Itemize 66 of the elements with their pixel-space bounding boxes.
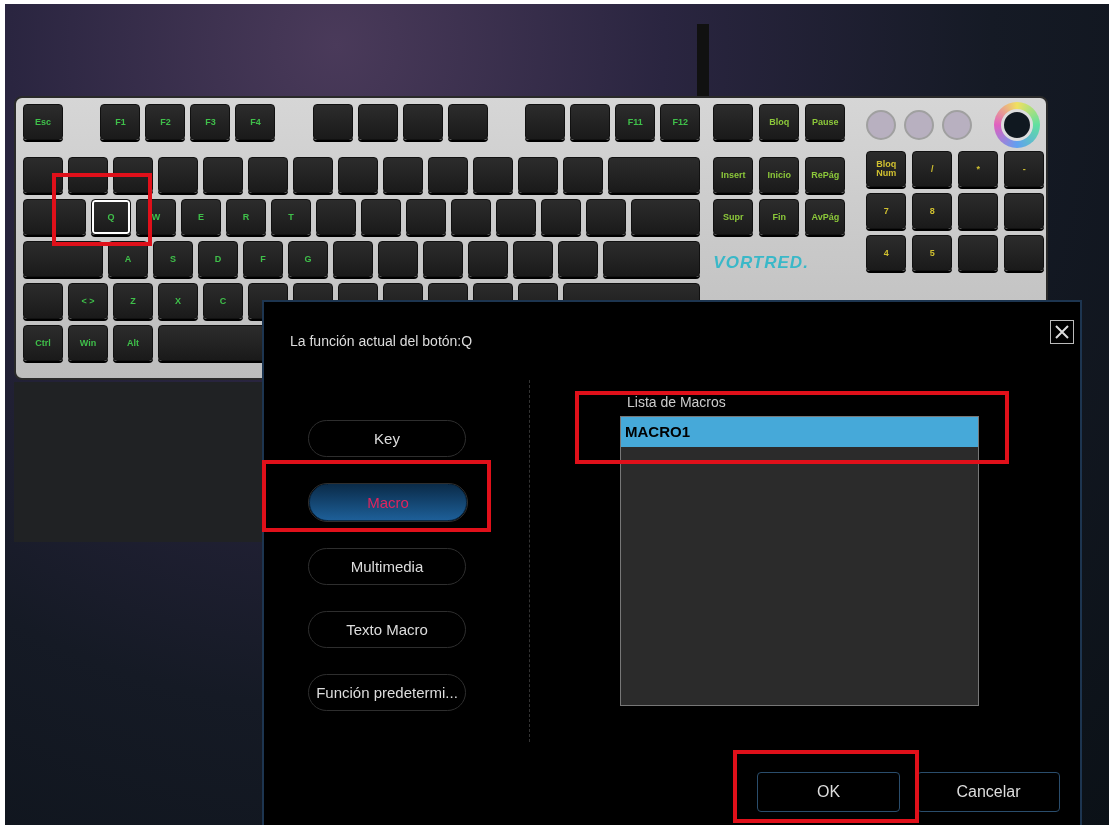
key[interactable]: *	[958, 151, 999, 187]
key[interactable]: C	[203, 283, 243, 319]
key[interactable]: Ctrl	[23, 325, 63, 361]
function-tab[interactable]: Texto Macro	[308, 611, 466, 648]
key[interactable]: E	[181, 199, 221, 235]
key[interactable]: S	[153, 241, 193, 277]
key[interactable]	[1004, 235, 1045, 271]
key[interactable]: 7	[866, 193, 907, 229]
brand-logo: VORTRED.	[713, 253, 810, 273]
list-item[interactable]: MACRO1	[621, 417, 978, 447]
key[interactable]: -	[1004, 151, 1045, 187]
key[interactable]	[357, 104, 398, 140]
key[interactable]: < >	[68, 283, 108, 319]
key[interactable]: F11	[615, 104, 656, 140]
key[interactable]: F	[243, 241, 283, 277]
round-button[interactable]	[904, 110, 935, 140]
key[interactable]: Q	[91, 199, 131, 235]
key[interactable]: /	[912, 151, 953, 187]
key[interactable]: Fin	[759, 199, 800, 235]
key[interactable]: Esc	[23, 104, 63, 140]
key[interactable]: F3	[190, 104, 231, 140]
key[interactable]: Pause	[805, 104, 846, 140]
key[interactable]: AvPág	[805, 199, 846, 235]
list-label: Lista de Macros	[626, 394, 727, 412]
key[interactable]: Bloq Num	[866, 151, 907, 187]
key[interactable]: G	[288, 241, 328, 277]
key[interactable]	[402, 104, 443, 140]
key[interactable]: Supr	[713, 199, 754, 235]
key[interactable]	[312, 104, 353, 140]
round-button[interactable]	[942, 110, 973, 140]
key[interactable]: F2	[145, 104, 186, 140]
close-icon	[1055, 325, 1069, 339]
key[interactable]: T	[271, 199, 311, 235]
key[interactable]	[570, 104, 611, 140]
key[interactable]: R	[226, 199, 266, 235]
key[interactable]: Alt	[113, 325, 153, 361]
cancel-button[interactable]: Cancelar	[917, 772, 1060, 812]
key[interactable]: F1	[100, 104, 141, 140]
dialog-title: La función actual del botón:Q	[290, 333, 473, 350]
key[interactable]: 4	[866, 235, 907, 271]
key[interactable]	[1004, 193, 1045, 229]
key[interactable]: Insert	[713, 157, 754, 193]
key[interactable]	[713, 104, 754, 140]
key[interactable]: X	[158, 283, 198, 319]
key[interactable]: F12	[660, 104, 701, 140]
key[interactable]: Inicio	[759, 157, 800, 193]
key[interactable]: Z	[113, 283, 153, 319]
key[interactable]	[525, 104, 566, 140]
key[interactable]: 8	[912, 193, 953, 229]
function-tab[interactable]: Función predetermi...	[308, 674, 466, 711]
key[interactable]: D	[198, 241, 238, 277]
ok-button[interactable]: OK	[757, 772, 900, 812]
key[interactable]: W	[136, 199, 176, 235]
volume-knob[interactable]	[994, 102, 1041, 148]
function-tab[interactable]: Key	[308, 420, 466, 457]
function-tab[interactable]: Multimedia	[308, 548, 466, 585]
key[interactable]	[958, 193, 999, 229]
key[interactable]: 5	[912, 235, 953, 271]
key[interactable]: RePág	[805, 157, 846, 193]
key[interactable]: F4	[235, 104, 276, 140]
key[interactable]	[958, 235, 999, 271]
round-button[interactable]	[866, 110, 897, 140]
key[interactable]: Win	[68, 325, 108, 361]
close-button[interactable]	[1050, 320, 1074, 344]
key[interactable]: Bloq	[759, 104, 800, 140]
key[interactable]	[447, 104, 488, 140]
